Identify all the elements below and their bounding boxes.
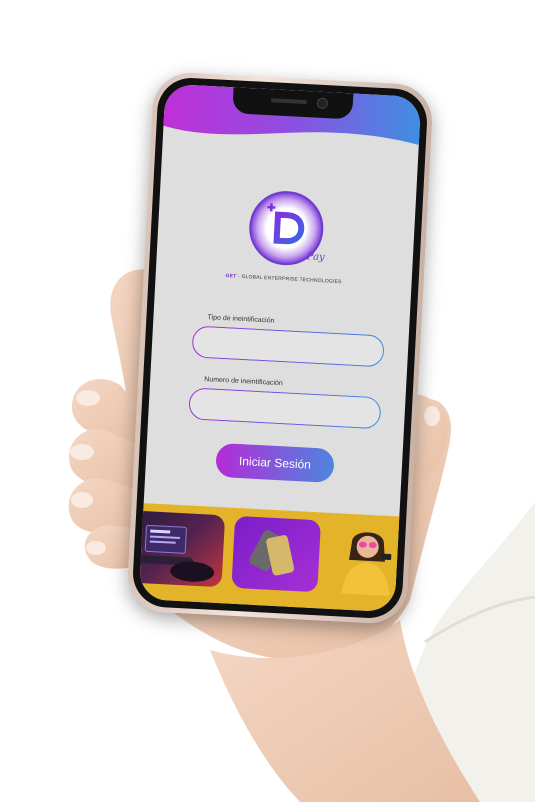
phone-device: Pay GET · GLOBAL ENTERPRISE TECHNOLOGIES… <box>126 71 434 625</box>
login-button[interactable]: Iniciar Sesión <box>215 442 335 483</box>
laptop-image-icon <box>138 524 215 582</box>
id-number-field[interactable] <box>188 387 382 430</box>
promo-strip <box>138 503 409 613</box>
id-type-label: Tipo de ineintificación <box>207 314 275 325</box>
tagline-brand: GET <box>225 273 237 280</box>
company-tagline: GET · GLOBAL ENTERPRISE TECHNOLOGIES <box>156 269 412 288</box>
speaker-icon <box>270 98 308 105</box>
login-screen: Pay GET · GLOBAL ENTERPRISE TECHNOLOGIES… <box>138 83 422 613</box>
promo-card-laptop[interactable] <box>138 510 226 588</box>
id-type-field[interactable] <box>191 325 385 368</box>
cards-image-icon <box>249 530 295 576</box>
id-number-label: Numero de ineintificación <box>204 376 283 388</box>
promo-card-payment[interactable] <box>231 515 322 593</box>
tagline-text: · GLOBAL ENTERPRISE TECHNOLOGIES <box>237 273 342 286</box>
logo-script-text: Pay <box>306 251 325 264</box>
mockup-stage: Pay GET · GLOBAL ENTERPRISE TECHNOLOGIES… <box>0 0 535 802</box>
camera-icon <box>316 97 329 110</box>
